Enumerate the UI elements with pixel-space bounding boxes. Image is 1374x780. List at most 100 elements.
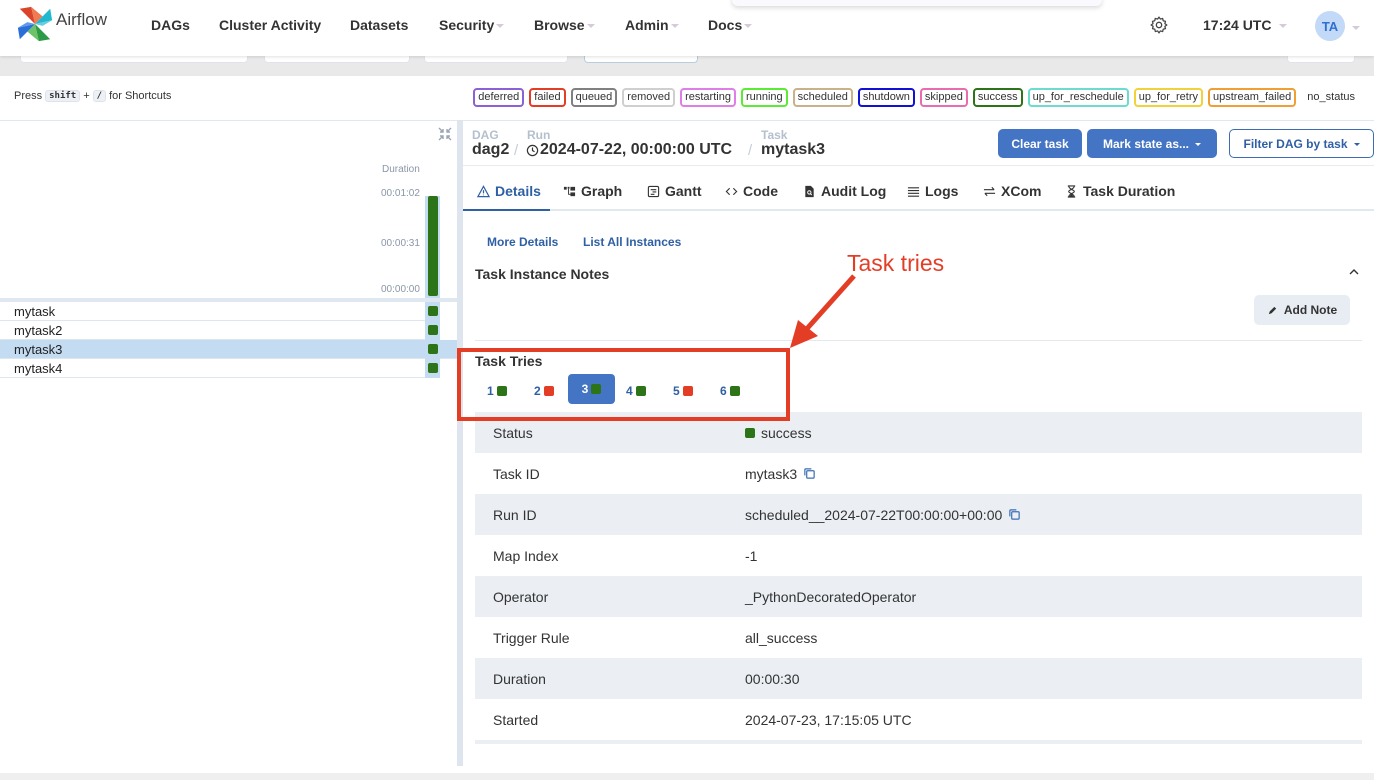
swap-arrows-icon: [983, 186, 996, 196]
divider: [475, 340, 1362, 341]
details-row-started: Started 2024-07-23, 17:15:05 UTC: [475, 699, 1362, 740]
legend-state-upstream-failed[interactable]: upstream_failed: [1208, 88, 1297, 107]
button-label: Add Note: [1283, 303, 1338, 317]
task-instance-status-square[interactable]: [428, 325, 438, 335]
legend-state-failed[interactable]: failed: [529, 88, 566, 107]
dropdown-popup-edge: [732, 0, 1102, 6]
filter-input[interactable]: [264, 56, 410, 63]
duration-tick: 00:00:00: [381, 284, 420, 295]
button-label: Clear task: [1011, 136, 1069, 151]
copy-icon[interactable]: [803, 467, 816, 480]
run-duration-bar[interactable]: [428, 196, 438, 296]
nav-admin[interactable]: Admin: [625, 17, 679, 33]
nav-label: DAGs: [151, 17, 190, 33]
nav-cluster-activity[interactable]: Cluster Activity: [219, 17, 321, 33]
tab-details[interactable]: Details: [477, 183, 541, 199]
detail-value: 2024-07-23, 17:15:05 UTC: [745, 711, 912, 728]
tab-graph[interactable]: Graph: [563, 183, 622, 199]
task-instance-status-square[interactable]: [428, 344, 438, 354]
user-avatar[interactable]: TA: [1315, 11, 1345, 41]
tab-logs[interactable]: Logs: [907, 183, 958, 199]
legend-state-up-for-retry[interactable]: up_for_retry: [1133, 88, 1204, 107]
tab-task-duration[interactable]: Task Duration: [1065, 183, 1175, 199]
detail-value-cell: all_success: [745, 630, 817, 646]
tab-label: Gantt: [665, 183, 702, 199]
filter-dag-by-task-button[interactable]: Filter DAG by task: [1229, 129, 1374, 158]
collapse-icon[interactable]: [437, 126, 453, 142]
task-name: mytask4: [14, 361, 63, 376]
details-row-operator: Operator _PythonDecoratedOperator: [475, 576, 1362, 617]
task-row[interactable]: mytask3: [0, 340, 457, 359]
code-icon: [725, 187, 738, 195]
current-time: 17:24 UTC: [1203, 17, 1272, 33]
filter-button[interactable]: [1287, 56, 1355, 63]
task-row[interactable]: mytask: [0, 302, 440, 321]
tab-code[interactable]: Code: [725, 183, 778, 199]
mark-state-button[interactable]: Mark state as...: [1087, 129, 1217, 158]
more-details-link[interactable]: More Details: [487, 235, 558, 249]
nav-dags[interactable]: DAGs: [151, 17, 190, 33]
nav-security[interactable]: Security: [439, 17, 505, 33]
tab-gantt[interactable]: Gantt: [647, 183, 702, 199]
caret-down-icon[interactable]: [1352, 26, 1360, 30]
detail-value: scheduled__2024-07-22T00:00:00+00:00: [745, 506, 1003, 523]
airflow-logo[interactable]: Airflow: [16, 5, 107, 43]
tab-label: Code: [743, 183, 778, 199]
detail-value-cell: 2024-07-23, 17:15:05 UTC: [745, 712, 912, 728]
tab-audit-log[interactable]: Audit Log: [803, 183, 886, 199]
detail-value: _PythonDecoratedOperator: [745, 588, 917, 605]
tab-bar: Details Graph Gantt Code Audit Log Logs …: [463, 166, 1374, 211]
tab-label: Details: [495, 183, 541, 199]
nav-datasets[interactable]: Datasets: [350, 17, 408, 33]
timezone-dropdown[interactable]: 17:24 UTC: [1203, 17, 1288, 33]
run-date: 2024-07-22, 00:00:00 UTC: [540, 141, 733, 158]
tab-label: XCom: [1001, 183, 1042, 199]
legend-state-success[interactable]: success: [972, 88, 1023, 107]
legend-state-removed[interactable]: removed: [622, 88, 676, 107]
breadcrumb-dag[interactable]: dag2: [472, 141, 509, 159]
tab-xcom[interactable]: XCom: [983, 183, 1041, 199]
caret-down-icon: [670, 24, 679, 28]
breadcrumb-task[interactable]: mytask3: [761, 141, 825, 159]
page-footer: [0, 773, 1374, 780]
legend-state-scheduled[interactable]: scheduled: [792, 88, 853, 107]
task-name: mytask2: [14, 323, 63, 338]
legend-state-restarting[interactable]: restarting: [680, 88, 736, 107]
annotation-arrow-icon: [790, 274, 856, 348]
active-tab-indicator: [463, 209, 550, 211]
filter-input[interactable]: [20, 56, 248, 63]
task-id: mytask3: [761, 141, 826, 158]
gear-icon[interactable]: [1149, 15, 1169, 35]
legend-state-skipped[interactable]: skipped: [919, 88, 968, 107]
nav-browse[interactable]: Browse: [534, 17, 595, 33]
legend-state-running[interactable]: running: [740, 88, 788, 107]
list-all-instances-link[interactable]: List All Instances: [583, 235, 681, 249]
clear-task-button[interactable]: Clear task: [998, 129, 1082, 158]
task-row[interactable]: mytask4: [0, 359, 440, 378]
legend-state-deferred[interactable]: deferred: [473, 88, 525, 107]
chevron-up-icon[interactable]: [1348, 267, 1360, 277]
add-note-button[interactable]: Add Note: [1254, 295, 1350, 325]
task-instance-status-square[interactable]: [428, 363, 438, 373]
task-instance-notes-title: Task Instance Notes: [475, 266, 610, 282]
detail-value: all_success: [745, 629, 818, 646]
legend-state-no-status[interactable]: no_status: [1301, 90, 1358, 105]
task-row[interactable]: mytask2: [0, 321, 440, 340]
nav-docs[interactable]: Docs: [708, 17, 753, 33]
legend-state-up-for-reschedule[interactable]: up_for_reschedule: [1027, 88, 1129, 107]
grid-panel: Duration 00:01:02 00:00:31 00:00:00 myta…: [0, 120, 457, 766]
legend-state-shutdown[interactable]: shutdown: [857, 88, 915, 107]
legend-state-queued[interactable]: queued: [570, 88, 618, 107]
task-instance-status-square[interactable]: [428, 306, 438, 316]
copy-icon[interactable]: [1008, 508, 1021, 521]
filter-input[interactable]: [424, 56, 568, 63]
button-label: Filter DAG by task: [1243, 136, 1348, 151]
top-navbar: Airflow DAGs Cluster Activity Datasets S…: [0, 0, 1374, 56]
breadcrumb-run[interactable]: 2024-07-22, 00:00:00 UTC: [526, 141, 732, 159]
app-name: Airflow: [56, 10, 108, 29]
details-row-task-id: Task ID mytask3: [475, 453, 1362, 494]
hourglass-icon: [1067, 184, 1076, 198]
button-label: Mark state as...: [1102, 136, 1190, 151]
caret-down-icon: [744, 24, 753, 28]
filter-button[interactable]: [584, 56, 698, 63]
